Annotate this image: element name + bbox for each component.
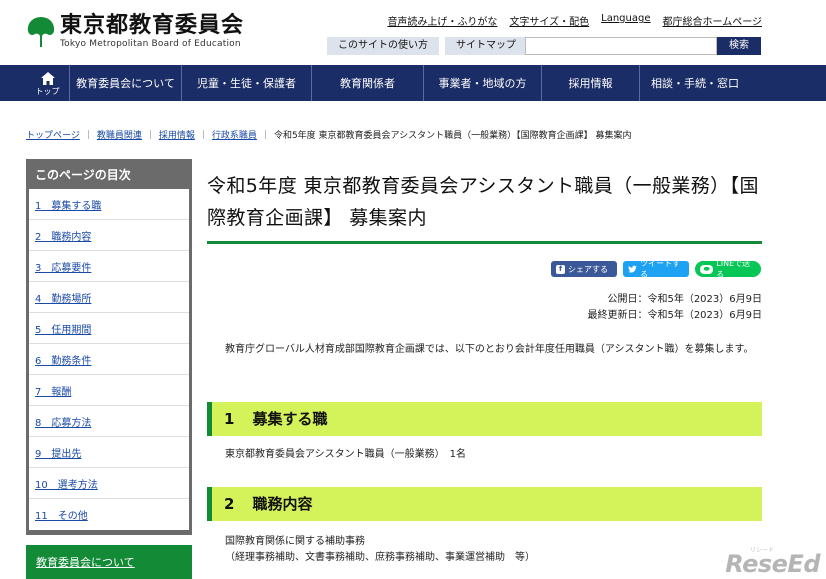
share-buttons: f シェアする ツイートする ⬬ LINEで送る <box>551 259 761 279</box>
section-number: 1 <box>224 410 235 428</box>
nav-item-students[interactable]: 児童・生徒・保護者 <box>182 65 312 101</box>
toc-item[interactable]: 10 選考方法 <box>29 468 189 499</box>
toc-link[interactable]: 2 職務内容 <box>35 228 91 243</box>
page-toc: このページの目次 1 募集する職 2 職務内容 3 応募要件 4 勤務場所 5 … <box>26 159 192 535</box>
line-share-label: LINEで送る <box>716 259 751 279</box>
watermark-kana: リシード <box>749 547 774 554</box>
search-button[interactable]: 検索 <box>717 37 761 55</box>
published-date: 公開日：令和5年（2023）6月9日 <box>607 294 762 305</box>
toc-list: 1 募集する職 2 職務内容 3 応募要件 4 勤務場所 5 任用期間 6 勤務… <box>29 189 189 530</box>
toc-link[interactable]: 3 応募要件 <box>35 259 91 274</box>
twitter-icon <box>628 265 637 273</box>
site-logo[interactable]: 東京都教育委員会 Tokyo Metropolitan Board of Edu… <box>26 14 244 50</box>
section-heading-2: 2 職務内容 <box>207 487 762 521</box>
breadcrumb-current: 令和5年度 東京都教育委員会アシスタント職員（一般業務）【国際教育企画課】 募集… <box>273 131 632 141</box>
watermark-text: ReseEd <box>725 550 820 578</box>
metro-home-link[interactable]: 都庁総合ホームページ <box>663 13 763 28</box>
ginkgo-logo-icon <box>27 17 55 47</box>
section-text: 国際教育関係に関する補助事務 <box>225 536 365 547</box>
toc-link[interactable]: 1 募集する職 <box>35 197 101 212</box>
sidebar-about-board-link[interactable]: 教育委員会について <box>26 545 192 579</box>
facebook-icon: f <box>556 264 565 274</box>
section-text: （経理事務補助、文書事務補助、庶務事務補助、事業運営補助 等） <box>225 552 535 563</box>
breadcrumb-separator: ｜ <box>260 131 270 141</box>
nav-home-label: トップ <box>35 86 60 96</box>
toc-link[interactable]: 7 報酬 <box>35 383 71 398</box>
site-header: 東京都教育委員会 Tokyo Metropolitan Board of Edu… <box>0 0 826 65</box>
nav-item-about-board[interactable]: 教育委員会について <box>70 65 182 101</box>
toc-link[interactable]: 6 勤務条件 <box>35 352 91 367</box>
toc-item[interactable]: 3 応募要件 <box>29 251 189 282</box>
page-title: 令和5年度 東京都教育委員会アシスタント職員（一般業務）【国際教育企画課】 募集… <box>207 170 762 244</box>
nav-home[interactable]: トップ <box>26 65 70 101</box>
toc-link[interactable]: 10 選考方法 <box>35 476 98 491</box>
toc-link[interactable]: 4 勤務場所 <box>35 290 91 305</box>
nav-item-business[interactable]: 事業者・地域の方 <box>424 65 542 101</box>
nav-item-consultation[interactable]: 相談・手続・窓口 <box>640 65 750 101</box>
home-icon <box>40 71 55 85</box>
watermark-logo: リシード ReseEd <box>725 547 820 578</box>
main-content: 令和5年度 東京都教育委員会アシスタント職員（一般業務）【国際教育企画課】 募集… <box>207 170 762 244</box>
font-size-link[interactable]: 文字サイズ・配色 <box>509 13 589 28</box>
toc-item[interactable]: 1 募集する職 <box>29 189 189 220</box>
breadcrumb-separator: ｜ <box>145 131 155 141</box>
site-usage-button[interactable]: このサイトの使い方 <box>327 37 439 55</box>
toc-link[interactable]: 5 任用期間 <box>35 321 91 336</box>
section-body-1: 東京都教育委員会アシスタント職員（一般業務） 1名 <box>225 447 466 463</box>
sidebar-about-board-label[interactable]: 教育委員会について <box>36 554 135 570</box>
line-icon: ⬬ <box>700 264 714 274</box>
breadcrumb-admin-staff[interactable]: 行政系職員 <box>212 128 257 141</box>
breadcrumb-separator: ｜ <box>83 131 93 141</box>
twitter-share-label: ツイートする <box>640 259 681 279</box>
publish-dates: 公開日：令和5年（2023）6月9日 最終更新日：令和5年（2023）6月9日 <box>587 292 762 324</box>
updated-date: 最終更新日：令和5年（2023）6月9日 <box>587 310 762 321</box>
toc-link[interactable]: 8 応募方法 <box>35 414 91 429</box>
sub-buttons: このサイトの使い方 サイトマップ <box>327 37 527 55</box>
facebook-share-button[interactable]: f シェアする <box>551 261 617 277</box>
toc-item[interactable]: 4 勤務場所 <box>29 282 189 313</box>
section-heading-1: 1 募集する職 <box>207 402 762 436</box>
section-title: 募集する職 <box>252 410 328 428</box>
toc-item[interactable]: 5 任用期間 <box>29 313 189 344</box>
nav-item-educators[interactable]: 教育関係者 <box>312 65 424 101</box>
line-share-button[interactable]: ⬬ LINEで送る <box>695 259 761 279</box>
section-text: 東京都教育委員会アシスタント職員（一般業務） 1名 <box>225 449 466 460</box>
utility-links: 音声読み上げ・ふりがな 文字サイズ・配色 Language 都庁総合ホームページ <box>387 13 762 28</box>
breadcrumb-top[interactable]: トップページ <box>26 128 80 141</box>
breadcrumb: トップページ ｜ 教職員関連 ｜ 採用情報 ｜ 行政系職員 ｜ 令和5年度 東京… <box>26 128 632 141</box>
toc-link[interactable]: 9 提出先 <box>35 445 81 460</box>
language-link[interactable]: Language <box>601 13 650 28</box>
toc-item[interactable]: 9 提出先 <box>29 437 189 468</box>
read-aloud-link[interactable]: 音声読み上げ・ふりがな <box>387 13 497 28</box>
breadcrumb-recruitment[interactable]: 採用情報 <box>159 128 195 141</box>
toc-item[interactable]: 6 勤務条件 <box>29 344 189 375</box>
section-body-2: 国際教育関係に関する補助事務 （経理事務補助、文書事務補助、庶務事務補助、事業運… <box>225 534 535 566</box>
search-input[interactable] <box>525 37 717 55</box>
logo-subtitle: Tokyo Metropolitan Board of Education <box>60 39 241 49</box>
site-search: 検索 <box>525 37 761 55</box>
lead-paragraph: 教育庁グローバル人材育成部国際教育企画課では、以下のとおり会計年度任用職員（アシ… <box>225 344 754 355</box>
toc-item[interactable]: 8 応募方法 <box>29 406 189 437</box>
toc-item[interactable]: 2 職務内容 <box>29 220 189 251</box>
toc-item[interactable]: 7 報酬 <box>29 375 189 406</box>
nav-item-recruitment[interactable]: 採用情報 <box>542 65 640 101</box>
section-number: 2 <box>224 495 235 513</box>
sitemap-button[interactable]: サイトマップ <box>445 37 527 55</box>
logo-title: 東京都教育委員会 <box>60 13 245 38</box>
toc-item[interactable]: 11 その他 <box>29 499 189 530</box>
section-title: 職務内容 <box>252 495 313 513</box>
facebook-share-label: シェアする <box>568 264 608 274</box>
breadcrumb-staff[interactable]: 教職員関連 <box>97 128 142 141</box>
twitter-share-button[interactable]: ツイートする <box>623 259 689 279</box>
toc-title: このページの目次 <box>35 168 131 182</box>
breadcrumb-separator: ｜ <box>198 131 208 141</box>
global-nav: トップ 教育委員会について 児童・生徒・保護者 教育関係者 事業者・地域の方 採… <box>26 65 762 101</box>
toc-link[interactable]: 11 その他 <box>35 507 88 522</box>
